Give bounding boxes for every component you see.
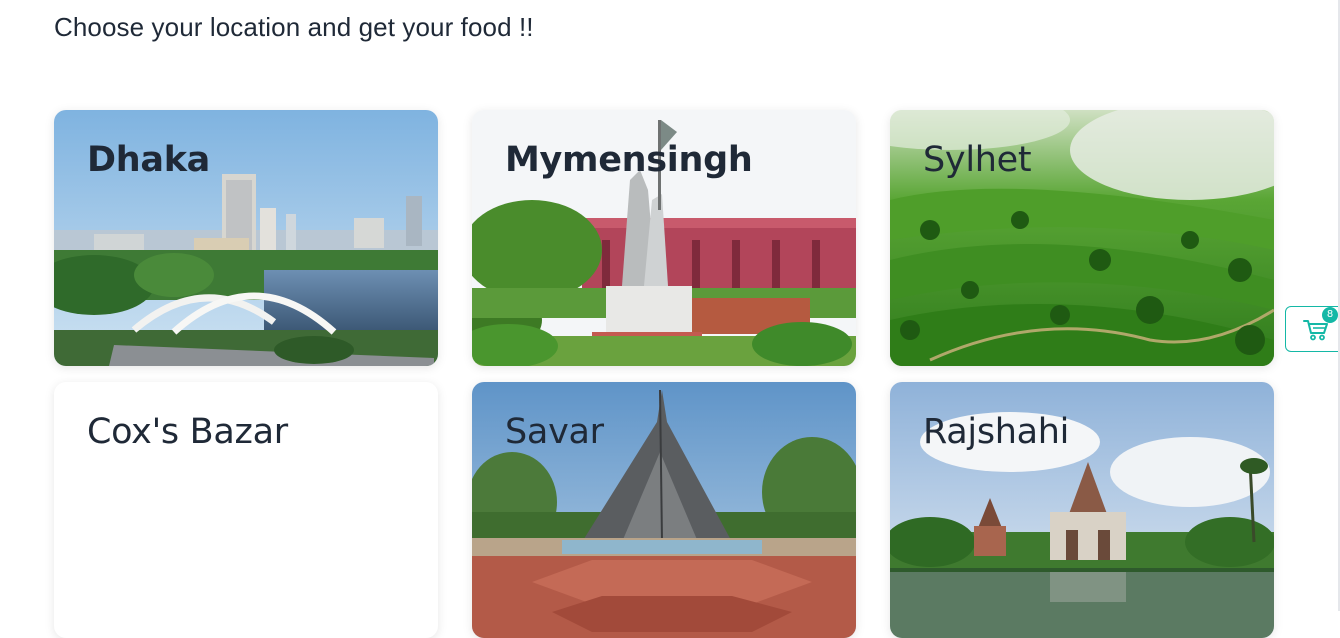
location-name: Cox's Bazar xyxy=(87,412,288,452)
location-grid: Dhaka Mymensingh Sylhet Cox's Bazar Sava… xyxy=(54,110,1274,638)
location-card-sylhet[interactable]: Sylhet xyxy=(890,110,1274,366)
page-heading: Choose your location and get your food !… xyxy=(54,12,534,42)
location-name: Sylhet xyxy=(923,140,1032,180)
location-card-mymensingh[interactable]: Mymensingh xyxy=(472,110,856,366)
location-card-savar[interactable]: Savar xyxy=(472,382,856,638)
shopping-cart-icon xyxy=(1303,320,1328,341)
location-card-rajshahi[interactable]: Rajshahi xyxy=(890,382,1274,638)
cart-count-badge: 8 xyxy=(1322,307,1338,323)
location-name: Dhaka xyxy=(87,140,210,180)
location-card-coxs-bazar[interactable]: Cox's Bazar xyxy=(54,382,438,638)
location-name: Savar xyxy=(505,412,604,452)
location-card-dhaka[interactable]: Dhaka xyxy=(54,110,438,366)
location-name: Rajshahi xyxy=(923,412,1070,452)
location-name: Mymensingh xyxy=(505,140,753,180)
